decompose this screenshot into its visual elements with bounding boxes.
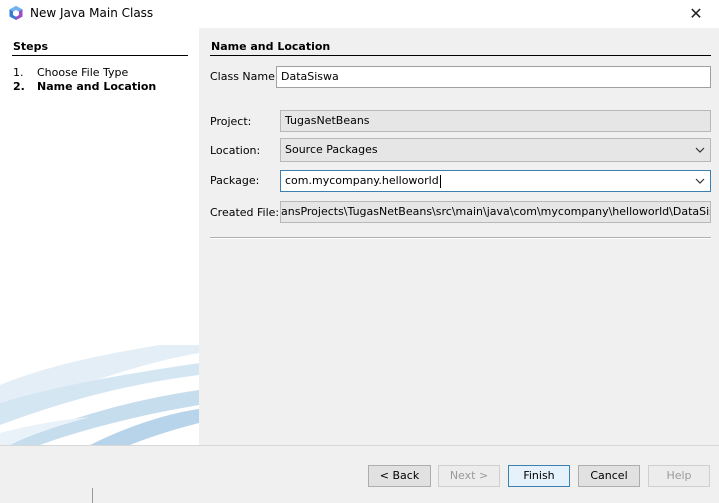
- back-button[interactable]: < Back: [368, 465, 431, 487]
- content-pane: Name and Location Class Name: DataSiswa …: [199, 28, 719, 445]
- step-name-and-location: 2. Name and Location: [13, 80, 156, 93]
- window-title: New Java Main Class: [30, 6, 154, 20]
- package-combobox[interactable]: com.mycompany.helloworld: [280, 170, 711, 192]
- location-label: Location:: [210, 144, 261, 157]
- step-choose-file-type: 1. Choose File Type: [13, 66, 128, 79]
- next-button[interactable]: Next >: [438, 465, 500, 487]
- separator-highlight: [210, 238, 711, 239]
- title-bar: New Java Main Class ✕: [0, 0, 719, 28]
- text-caret: [439, 174, 441, 188]
- location-dropdown[interactable]: Source Packages: [280, 138, 711, 162]
- steps-divider: [12, 55, 188, 56]
- button-bar: < Back Next > Finish Cancel Help: [0, 445, 719, 503]
- steps-pane: Steps 1. Choose File Type 2. Name and Loca…: [0, 28, 199, 445]
- background-window-edge: [92, 488, 93, 503]
- steps-title: Steps: [13, 40, 49, 53]
- netbeans-cube-icon: [9, 6, 23, 20]
- step-number: 2.: [13, 80, 25, 93]
- class-name-value: DataSiswa: [281, 70, 339, 83]
- close-icon[interactable]: ✕: [673, 0, 719, 28]
- created-file-value: ansProjects\TugasNetBeans\src\main\java\…: [281, 205, 711, 218]
- chevron-down-icon[interactable]: [694, 140, 706, 160]
- help-button[interactable]: Help: [648, 465, 710, 487]
- package-label: Package:: [210, 174, 260, 187]
- project-label: Project:: [210, 115, 252, 128]
- project-value: TugasNetBeans: [285, 114, 370, 127]
- section-title: Name and Location: [211, 40, 331, 53]
- created-file-field: ansProjects\TugasNetBeans\src\main\java\…: [280, 201, 711, 223]
- location-value: Source Packages: [285, 143, 378, 156]
- cancel-button[interactable]: Cancel: [578, 465, 640, 487]
- step-label: Choose File Type: [37, 66, 129, 79]
- project-field: TugasNetBeans: [280, 110, 711, 132]
- section-divider: [210, 55, 711, 56]
- step-number: 1.: [13, 66, 24, 79]
- chevron-down-icon[interactable]: [694, 171, 706, 191]
- package-value: com.mycompany.helloworld: [285, 174, 439, 187]
- created-file-label: Created File:: [210, 206, 280, 219]
- finish-button[interactable]: Finish: [508, 465, 570, 487]
- step-label: Name and Location: [37, 80, 157, 93]
- netbeans-watermark-graphic: [0, 345, 199, 445]
- class-name-label: Class Name:: [210, 70, 279, 83]
- class-name-input[interactable]: DataSiswa: [276, 66, 711, 88]
